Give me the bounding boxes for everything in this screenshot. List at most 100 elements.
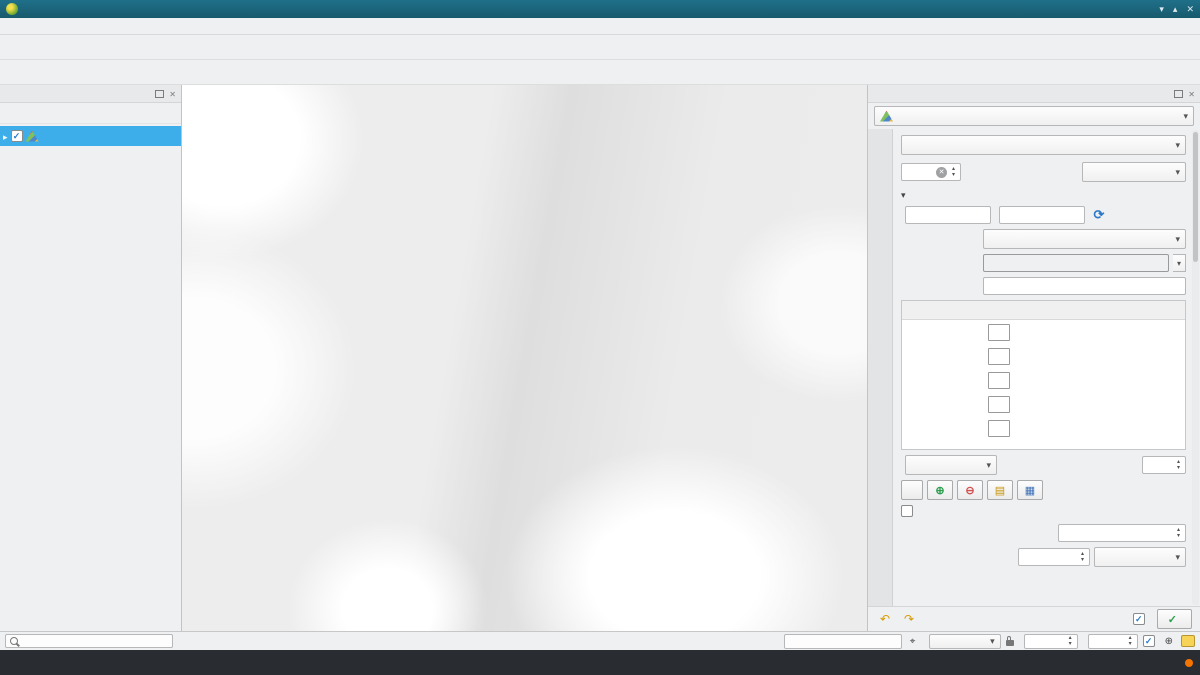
- table-row[interactable]: [902, 344, 1185, 368]
- line-width-spin[interactable]: [901, 163, 961, 181]
- table-row[interactable]: [902, 392, 1185, 416]
- color-swatch[interactable]: [988, 396, 1010, 413]
- classes-spin: [1142, 456, 1186, 474]
- renderer-select[interactable]: [901, 135, 1186, 155]
- window-buttons: [1159, 2, 1194, 16]
- crs-icon: [1165, 635, 1173, 647]
- spin-arrows-icon[interactable]: [1174, 527, 1183, 539]
- color-swatch[interactable]: [988, 372, 1010, 389]
- layer-item[interactable]: [0, 126, 181, 146]
- menubar: [0, 18, 1200, 35]
- load-color-map-icon: [995, 484, 1005, 497]
- styling-content: [893, 129, 1200, 606]
- color-swatch[interactable]: [988, 348, 1010, 365]
- spin-arrows-icon: [1174, 459, 1183, 471]
- color-ramp-menu-icon[interactable]: [1173, 254, 1186, 272]
- coordinate-input[interactable]: [784, 634, 902, 649]
- search-icon: [10, 637, 18, 645]
- layer-visibility-checkbox[interactable]: [11, 130, 23, 142]
- coloring-method-select[interactable]: [1082, 162, 1186, 182]
- notification-badge[interactable]: [1185, 659, 1193, 667]
- color-swatch[interactable]: [988, 324, 1010, 341]
- table-row[interactable]: [902, 368, 1185, 392]
- table-row[interactable]: [902, 416, 1185, 440]
- color-map-table[interactable]: [901, 300, 1186, 450]
- styling-panel-header: [868, 85, 1200, 103]
- styling-layer-select[interactable]: [874, 106, 1194, 126]
- styling-body: [868, 129, 1200, 606]
- interpolation-select[interactable]: [983, 229, 1186, 249]
- layer-styling-panel: [868, 85, 1200, 631]
- spin-arrows-icon[interactable]: [1066, 635, 1075, 647]
- styling-footer: [868, 606, 1200, 631]
- max-tail-length-spin[interactable]: [1018, 548, 1090, 566]
- min-input[interactable]: [905, 206, 991, 224]
- extents-icon[interactable]: [907, 636, 919, 647]
- qgis-app-icon: [6, 3, 18, 15]
- apply-check-icon: [1168, 613, 1177, 626]
- table-row[interactable]: [902, 320, 1185, 344]
- undock-panel-icon[interactable]: [1174, 90, 1183, 98]
- close-icon[interactable]: [1186, 2, 1194, 16]
- apply-button[interactable]: [1157, 609, 1192, 629]
- style-redo-icon[interactable]: [900, 611, 918, 627]
- qgis-window: [0, 0, 1200, 675]
- magnifier-spin[interactable]: [1024, 634, 1078, 649]
- spin-arrows-icon[interactable]: [1126, 635, 1135, 647]
- scrollbar[interactable]: [1192, 130, 1199, 605]
- max-input[interactable]: [999, 206, 1085, 224]
- clip-out-of-range-checkbox[interactable]: [901, 505, 913, 517]
- main-area: [0, 85, 1200, 631]
- expander-icon[interactable]: [3, 129, 8, 143]
- mode-select[interactable]: [905, 455, 997, 475]
- spin-arrows-icon[interactable]: [949, 166, 958, 178]
- clear-value-icon[interactable]: [936, 167, 947, 178]
- rotation-spin[interactable]: [1088, 634, 1138, 649]
- reload-min-max-icon[interactable]: [1089, 206, 1109, 224]
- layers-toolbar: [0, 103, 181, 124]
- style-undo-icon[interactable]: [876, 611, 894, 627]
- styling-tab-strip: [868, 129, 893, 606]
- color-swatch[interactable]: [988, 420, 1010, 437]
- crs-button[interactable]: [1165, 635, 1176, 647]
- layer-tree: [0, 124, 181, 631]
- live-update-checkbox[interactable]: [1133, 613, 1145, 625]
- export-color-map-button[interactable]: [1017, 480, 1043, 500]
- remove-value-icon: [965, 484, 974, 497]
- collapse-arrow-icon: [901, 189, 906, 201]
- add-value-icon: [935, 484, 944, 497]
- layers-panel-header: [0, 85, 181, 103]
- taskbar: [0, 650, 1200, 675]
- mesh-layer-icon: [26, 131, 39, 142]
- load-color-map-button[interactable]: [987, 480, 1013, 500]
- datasource-digitizing-toolbar: [0, 60, 1200, 85]
- classify-button[interactable]: [901, 480, 923, 500]
- mesh-layer-icon: [880, 111, 893, 122]
- particles-count-spin[interactable]: [1058, 524, 1186, 542]
- locate-input[interactable]: [5, 634, 173, 648]
- add-value-button[interactable]: [927, 480, 953, 500]
- tail-unit-select[interactable]: [1094, 547, 1186, 567]
- color-ramp-preview[interactable]: [983, 254, 1169, 272]
- lock-scale-icon[interactable]: [1006, 640, 1014, 646]
- close-panel-icon[interactable]: [169, 88, 176, 100]
- scrollbar-thumb[interactable]: [1193, 132, 1198, 262]
- layers-panel: [0, 85, 182, 631]
- label-unit-suffix-input[interactable]: [983, 277, 1186, 295]
- particle-traces: [182, 85, 867, 631]
- undock-panel-icon[interactable]: [155, 90, 164, 98]
- render-checkbox[interactable]: [1143, 635, 1155, 647]
- color-ramp-shader-group-header[interactable]: [901, 189, 1186, 201]
- minimize-icon[interactable]: [1159, 2, 1164, 16]
- maximize-icon[interactable]: [1173, 2, 1178, 16]
- spin-arrows-icon[interactable]: [1078, 551, 1087, 563]
- close-panel-icon[interactable]: [1188, 88, 1195, 100]
- remove-value-button[interactable]: [957, 480, 983, 500]
- status-bar: [0, 631, 1200, 650]
- scale-select[interactable]: [929, 634, 1001, 649]
- map-canvas[interactable]: [182, 85, 868, 631]
- messages-icon[interactable]: [1181, 635, 1195, 647]
- window-titlebar[interactable]: [0, 0, 1200, 18]
- table-header: [902, 301, 1185, 320]
- export-color-map-icon: [1025, 484, 1035, 497]
